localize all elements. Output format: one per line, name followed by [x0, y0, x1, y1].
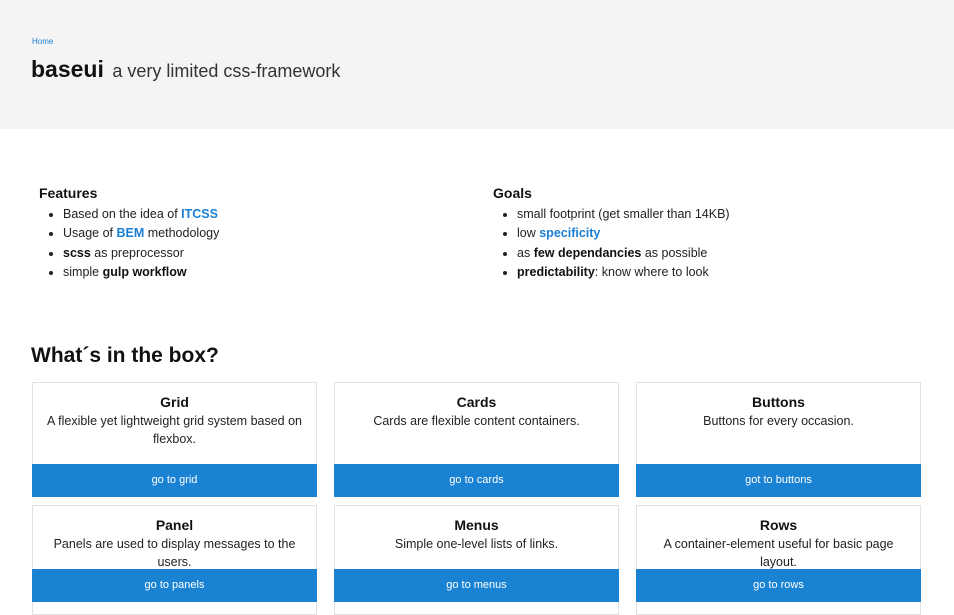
item-bold: few dependancies [533, 245, 642, 260]
go-to-cards-button[interactable]: go to cards [334, 464, 619, 497]
card-rows: Rows A container-element useful for basi… [636, 505, 921, 615]
page-title: baseui a very limited css-framework [31, 56, 340, 83]
card-title: Buttons [752, 394, 805, 410]
goals-heading: Goals [493, 185, 532, 201]
card-title: Panel [155, 517, 194, 533]
item-text: Usage of [63, 226, 117, 241]
list-item: as few dependancies as possible [517, 244, 893, 263]
card-text: Cards are flexible content containers. [373, 414, 580, 428]
item-text: as possible [641, 245, 708, 260]
section-title: What´s in the box? [31, 344, 219, 367]
item-text: as [517, 245, 534, 260]
item-text: : know where to look [594, 264, 709, 279]
card-title: Menus [454, 517, 499, 533]
bem-link[interactable]: BEM [117, 226, 145, 240]
card-grid: Grid A flexible yet lightweight grid sys… [32, 382, 317, 497]
item-text: Based on the idea of [63, 207, 182, 221]
go-to-rows-button[interactable]: go to rows [636, 569, 921, 602]
list-item: scss as preprocessor [63, 244, 439, 263]
list-item: simple gulp workflow [63, 263, 439, 282]
list-item: small footprint (get smaller than 14KB) [517, 205, 893, 224]
brand-name: baseui [31, 56, 104, 82]
features-list: Based on the idea of ITCSS Usage of BEM … [39, 205, 439, 282]
item-bold: predictability [517, 264, 595, 279]
go-to-menus-button[interactable]: go to menus [334, 569, 619, 602]
list-item: Based on the idea of ITCSS [63, 205, 439, 224]
item-text: as preprocessor [90, 245, 184, 260]
item-bold: scss [63, 245, 91, 260]
card-title: Rows [759, 517, 798, 533]
go-to-panels-button[interactable]: go to panels [32, 569, 317, 602]
list-item: Usage of BEM methodology [63, 224, 439, 243]
brand-tagline: a very limited css-framework [112, 61, 341, 81]
go-to-buttons-button[interactable]: got to buttons [636, 464, 921, 497]
card-menus: Menus Simple one-level lists of links. g… [334, 505, 619, 615]
card-text: A container-element useful for basic pag… [663, 537, 894, 569]
page-header: Home baseui a very limited css-framework [0, 0, 954, 129]
item-text: low [517, 226, 540, 241]
card-text: A flexible yet lightweight grid system b… [47, 414, 302, 446]
card-buttons: Buttons Buttons for every occasion. got … [636, 382, 921, 497]
card-title: Grid [160, 394, 189, 410]
itcss-link[interactable]: ITCSS [181, 207, 218, 221]
go-to-grid-button[interactable]: go to grid [32, 464, 317, 497]
breadcrumb-home[interactable]: Home [32, 37, 53, 46]
list-item: predictability: know where to look [517, 263, 893, 282]
card-text: Simple one-level lists of links. [394, 537, 559, 551]
item-bold: gulp workflow [102, 264, 187, 279]
goals-section: Goals small footprint (get smaller than … [493, 185, 893, 282]
card-title: Cards [456, 394, 497, 410]
card-text: Panels are used to display messages to t… [53, 537, 296, 569]
goals-list: small footprint (get smaller than 14KB) … [493, 205, 893, 282]
item-text: small footprint (get smaller than 14KB) [517, 207, 730, 221]
item-text: simple [63, 264, 103, 279]
features-section: Features Based on the idea of ITCSS Usag… [39, 185, 439, 282]
card-panel: Panel Panels are used to display message… [32, 505, 317, 615]
specificity-link[interactable]: specificity [539, 226, 600, 240]
features-heading: Features [39, 185, 98, 201]
card-text: Buttons for every occasion. [703, 414, 854, 428]
list-item: low specificity [517, 224, 893, 243]
item-text: methodology [144, 226, 220, 241]
card-cards: Cards Cards are flexible content contain… [334, 382, 619, 497]
